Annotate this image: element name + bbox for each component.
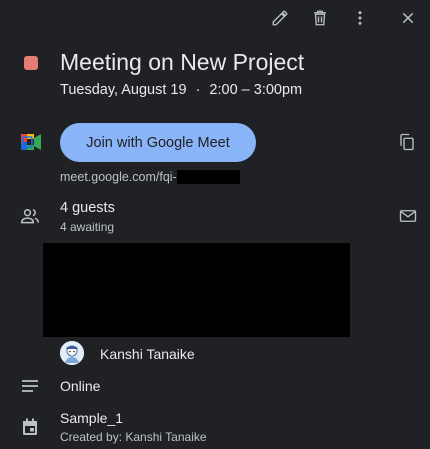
email-guests-button[interactable] (398, 207, 418, 225)
redacted-link-suffix (176, 170, 240, 184)
more-options-button[interactable] (348, 6, 372, 30)
close-button[interactable] (396, 6, 420, 30)
people-icon (20, 207, 40, 225)
pencil-icon (271, 9, 289, 27)
calendar-creator: Created by: Kanshi Tanaike (60, 430, 207, 444)
avatar[interactable] (60, 341, 84, 365)
redacted-guest-list (43, 243, 350, 337)
separator: · (195, 82, 201, 98)
meet-link-text: meet.google.com/fqi- (60, 170, 177, 184)
close-icon (400, 10, 416, 26)
event-description: Online (60, 378, 101, 394)
trash-icon (311, 9, 329, 27)
copy-link-button[interactable] (397, 132, 417, 152)
calendar-name: Sample_1 (60, 410, 124, 426)
event-title: Meeting on New Project (60, 49, 305, 75)
mail-icon (399, 209, 417, 223)
guest-name: Kanshi Tanaike (100, 346, 195, 362)
join-google-meet-button[interactable]: Join with Google Meet (60, 123, 256, 162)
delete-button[interactable] (308, 6, 332, 30)
event-color-indicator (24, 56, 38, 70)
guest-status: 4 awaiting (60, 220, 115, 234)
event-datetime: Tuesday, August 19 · 2:00 – 3:00pm (60, 82, 302, 98)
copy-icon (398, 133, 416, 151)
edit-button[interactable] (268, 6, 292, 30)
description-icon (21, 379, 39, 393)
event-time: 2:00 – 3:00pm (209, 82, 303, 98)
guest-count: 4 guests (60, 200, 115, 216)
meet-link[interactable]: meet.google.com/fqi- (60, 170, 240, 184)
more-vertical-icon (351, 9, 369, 27)
google-meet-icon (21, 134, 41, 150)
event-date: Tuesday, August 19 (60, 82, 187, 98)
calendar-icon (22, 418, 38, 436)
